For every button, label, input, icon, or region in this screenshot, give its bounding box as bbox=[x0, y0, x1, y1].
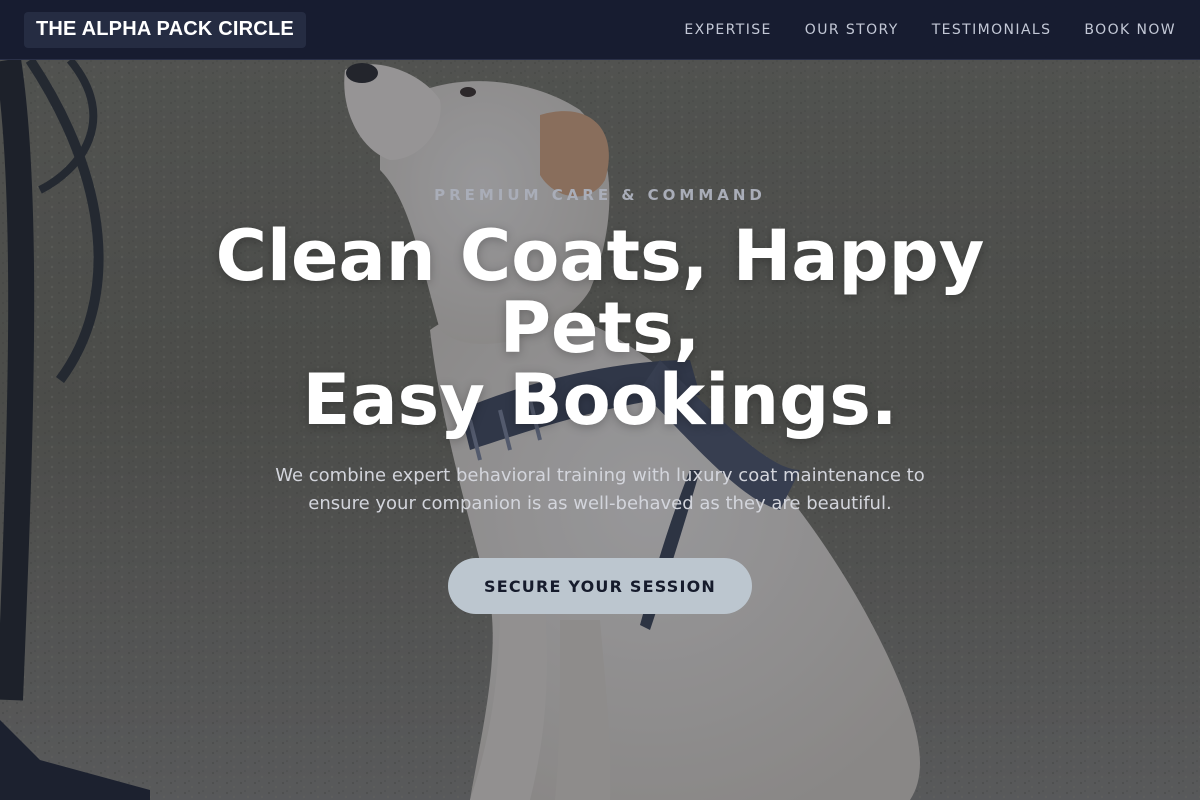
nav-link-expertise[interactable]: EXPERTISE bbox=[684, 22, 771, 38]
page: THE ALPHA PACK CIRCLE EXPERTISE OUR STOR… bbox=[0, 0, 1200, 800]
nav-link-our-story[interactable]: OUR STORY bbox=[805, 22, 899, 38]
hero-subtitle-line-2: ensure your companion is as well-behaved… bbox=[308, 493, 892, 514]
hero-headline-line-1: Clean Coats, Happy bbox=[215, 215, 985, 297]
hero-eyebrow: PREMIUM CARE & COMMAND bbox=[434, 186, 766, 204]
secure-session-button[interactable]: SECURE YOUR SESSION bbox=[448, 558, 752, 614]
hero-subtitle: We combine expert behavioral training wi… bbox=[260, 462, 940, 518]
brand-logo[interactable]: THE ALPHA PACK CIRCLE bbox=[24, 11, 306, 48]
hero-subtitle-line-1: We combine expert behavioral training wi… bbox=[275, 465, 925, 486]
hero-headline-line-3: Easy Bookings. bbox=[302, 359, 898, 441]
hero-headline: Clean Coats, Happy Pets, Easy Bookings. bbox=[180, 220, 1020, 436]
hero-section: PREMIUM CARE & COMMAND Clean Coats, Happ… bbox=[0, 60, 1200, 800]
nav-links: EXPERTISE OUR STORY TESTIMONIALS BOOK NO… bbox=[684, 22, 1176, 38]
hero-headline-line-2: Pets, bbox=[499, 287, 701, 369]
top-nav: THE ALPHA PACK CIRCLE EXPERTISE OUR STOR… bbox=[0, 0, 1200, 60]
nav-link-testimonials[interactable]: TESTIMONIALS bbox=[932, 22, 1052, 38]
nav-link-book-now[interactable]: BOOK NOW bbox=[1084, 22, 1176, 38]
